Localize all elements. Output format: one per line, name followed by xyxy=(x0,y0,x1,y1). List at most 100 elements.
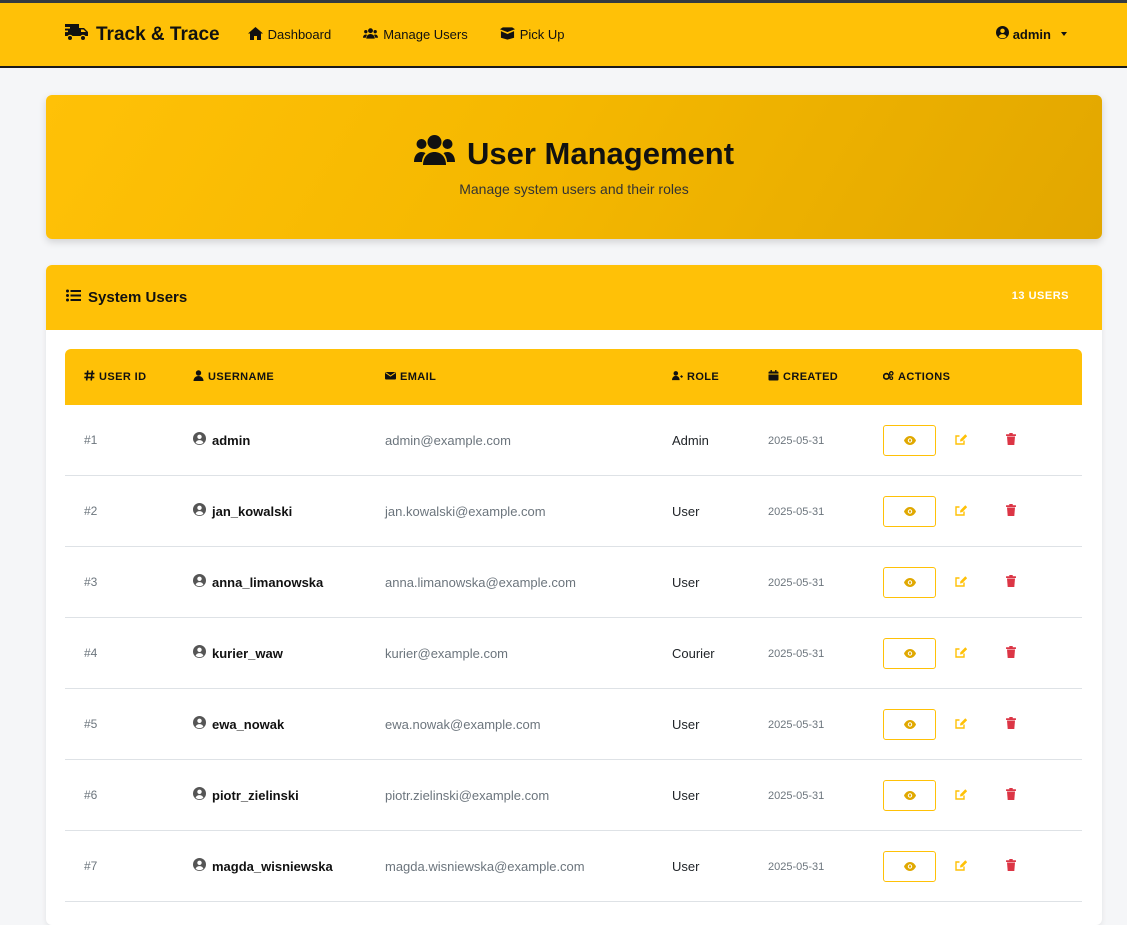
user-circle-icon xyxy=(995,26,1009,42)
created-date: 2025-05-31 xyxy=(768,648,825,660)
edit-user-button[interactable] xyxy=(955,788,967,800)
user-id: #3 xyxy=(84,575,98,589)
delete-user-button[interactable] xyxy=(1006,788,1016,800)
user-id: #4 xyxy=(84,646,98,660)
delete-user-button[interactable] xyxy=(1006,433,1016,445)
column-header-created[interactable]: CREATED xyxy=(768,370,838,384)
trash-icon xyxy=(1006,717,1016,729)
user-id: #1 xyxy=(84,433,98,447)
table-row: #2 jan_kowalski jan.kowalski@example.com… xyxy=(65,476,1082,547)
edit-user-button[interactable] xyxy=(955,504,967,516)
user-circle-icon xyxy=(193,716,206,732)
user-circle-icon xyxy=(193,432,206,448)
column-header-user-id[interactable]: USER ID xyxy=(84,370,146,384)
user-role: Courier xyxy=(672,646,715,661)
nav-item-pick-up[interactable]: Pick Up xyxy=(499,26,565,43)
home-icon xyxy=(247,26,263,43)
user-id: #2 xyxy=(84,504,98,518)
envelope-icon xyxy=(385,370,396,384)
username: anna_limanowska xyxy=(212,574,324,590)
edit-user-button[interactable] xyxy=(955,717,967,729)
list-icon xyxy=(66,289,81,306)
username-cell: kurier_waw xyxy=(193,645,283,661)
created-date: 2025-05-31 xyxy=(768,435,825,447)
user-role: User xyxy=(672,504,700,519)
table-body: #1 admin admin@example.com Admin 2025-05… xyxy=(65,405,1082,902)
box-icon xyxy=(499,26,515,43)
user-email: jan.kowalski@example.com xyxy=(385,504,546,519)
column-header-label: USER ID xyxy=(99,371,147,383)
user-role: User xyxy=(672,859,700,874)
brand-label: Track & Trace xyxy=(96,23,220,45)
created-date: 2025-05-31 xyxy=(768,790,825,802)
nav-item-label: Manage Users xyxy=(383,27,468,42)
edit-user-button[interactable] xyxy=(955,646,967,658)
column-header-label: ACTIONS xyxy=(898,371,951,383)
page-subtitle: Manage system users and their roles xyxy=(459,181,689,197)
edit-icon xyxy=(955,717,967,729)
view-user-button[interactable] xyxy=(883,780,936,811)
delete-user-button[interactable] xyxy=(1006,575,1016,587)
nav-item-dashboard[interactable]: Dashboard xyxy=(247,26,331,43)
table-row: #5 ewa_nowak ewa.nowak@example.com User … xyxy=(65,689,1082,760)
users-icon xyxy=(413,133,455,174)
edit-icon xyxy=(955,859,967,871)
username-cell: piotr_zielinski xyxy=(193,787,299,803)
card-header: System Users 13 USERS xyxy=(46,265,1102,330)
edit-icon xyxy=(955,433,967,445)
delete-user-button[interactable] xyxy=(1006,504,1016,516)
delete-user-button[interactable] xyxy=(1006,859,1016,871)
user-menu-dropdown[interactable]: admin xyxy=(995,26,1067,42)
view-user-button[interactable] xyxy=(883,425,936,456)
user-count-badge: 13 USERS xyxy=(1011,290,1069,302)
table-row: #4 kurier_waw kurier@example.com Courier… xyxy=(65,618,1082,689)
view-user-button[interactable] xyxy=(883,496,936,527)
hash-icon xyxy=(84,370,95,384)
view-user-button[interactable] xyxy=(883,709,936,740)
username-cell: admin xyxy=(193,432,250,448)
view-user-button[interactable] xyxy=(883,567,936,598)
table-row: #1 admin admin@example.com Admin 2025-05… xyxy=(65,405,1082,476)
username: magda_wisniewska xyxy=(212,858,333,874)
delete-user-button[interactable] xyxy=(1006,646,1016,658)
delete-user-button[interactable] xyxy=(1006,717,1016,729)
user-id: #5 xyxy=(84,717,98,731)
view-user-button[interactable] xyxy=(883,638,936,669)
chevron-down-icon xyxy=(1061,32,1067,36)
edit-icon xyxy=(955,788,967,800)
trash-icon xyxy=(1006,433,1016,445)
table-header: USER ID USERNAME EMAIL ROLE CREATED ACTI… xyxy=(65,349,1082,405)
trash-icon xyxy=(1006,575,1016,587)
edit-user-button[interactable] xyxy=(955,433,967,445)
created-date: 2025-05-31 xyxy=(768,577,825,589)
user-icon xyxy=(193,370,204,384)
trash-icon xyxy=(1006,504,1016,516)
edit-user-button[interactable] xyxy=(955,859,967,871)
column-header-email[interactable]: EMAIL xyxy=(385,370,436,384)
column-header-label: ROLE xyxy=(687,371,720,383)
username: piotr_zielinski xyxy=(212,787,299,803)
edit-user-button[interactable] xyxy=(955,575,967,587)
column-header-label: CREATED xyxy=(783,371,839,383)
table-row: #3 anna_limanowska anna.limanowska@examp… xyxy=(65,547,1082,618)
user-role: Admin xyxy=(672,433,709,448)
user-circle-icon xyxy=(193,787,206,803)
user-tag-icon xyxy=(672,370,683,384)
edit-icon xyxy=(955,575,967,587)
column-header-username[interactable]: USERNAME xyxy=(193,370,274,384)
trash-icon xyxy=(1006,859,1016,871)
username: admin xyxy=(212,432,251,448)
username: kurier_waw xyxy=(212,645,283,661)
column-header-role[interactable]: ROLE xyxy=(672,370,719,384)
user-id: #6 xyxy=(84,788,98,802)
view-user-button[interactable] xyxy=(883,851,936,882)
user-email: piotr.zielinski@example.com xyxy=(385,788,550,803)
brand[interactable]: Track & Trace xyxy=(64,22,220,48)
column-header-label: EMAIL xyxy=(400,371,437,383)
trash-icon xyxy=(1006,646,1016,658)
user-email: magda.wisniewska@example.com xyxy=(385,859,585,874)
user-role: User xyxy=(672,788,700,803)
eye-icon xyxy=(903,649,916,658)
nav-item-manage-users[interactable]: Manage Users xyxy=(363,27,468,43)
hero-banner: User Management Manage system users and … xyxy=(46,95,1102,239)
